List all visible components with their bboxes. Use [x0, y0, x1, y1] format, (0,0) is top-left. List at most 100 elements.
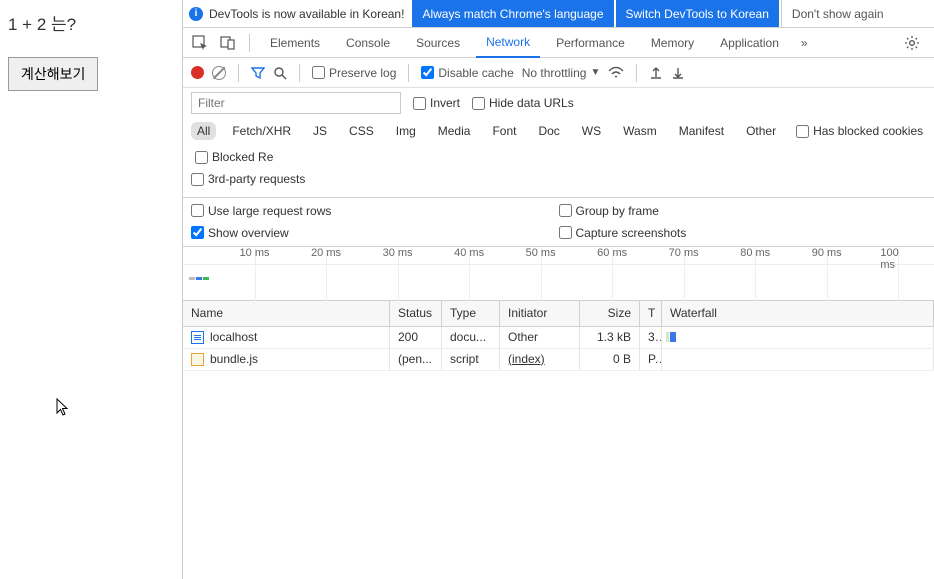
timeline-tick-label: 70 ms	[669, 247, 699, 259]
network-conditions-icon[interactable]	[608, 66, 624, 80]
question-text: 1 + 2 는?	[8, 10, 174, 35]
header-size[interactable]: Size	[580, 301, 640, 326]
filter-input[interactable]	[191, 92, 401, 114]
disable-cache-checkbox[interactable]: Disable cache	[421, 66, 513, 80]
third-party-checkbox[interactable]: 3rd-party requests	[191, 172, 305, 186]
filter-icon[interactable]	[251, 66, 265, 80]
pill-css[interactable]: CSS	[343, 122, 380, 140]
header-initiator[interactable]: Initiator	[500, 301, 580, 326]
request-row[interactable]: localhost 200docu...Other1.3 kB3..	[183, 327, 934, 349]
header-waterfall[interactable]: Waterfall	[662, 301, 934, 326]
pill-manifest[interactable]: Manifest	[673, 122, 730, 140]
tab-sources[interactable]: Sources	[406, 28, 470, 58]
export-har-icon[interactable]	[671, 66, 685, 80]
record-button[interactable]	[191, 66, 204, 79]
tab-memory[interactable]: Memory	[641, 28, 704, 58]
preserve-log-checkbox[interactable]: Preserve log	[312, 66, 396, 80]
request-row[interactable]: bundle.js(pen...script(index)0 BP..	[183, 349, 934, 371]
filter-row: Invert Hide data URLs	[183, 88, 934, 118]
preserve-log-label: Preserve log	[329, 66, 396, 80]
request-type: docu...	[442, 327, 500, 348]
header-type[interactable]: Type	[442, 301, 500, 326]
tab-performance[interactable]: Performance	[546, 28, 635, 58]
pill-all[interactable]: All	[191, 122, 216, 140]
inspect-icon[interactable]	[189, 32, 211, 54]
header-time[interactable]: T	[640, 301, 662, 326]
request-name: bundle.js	[210, 352, 258, 366]
overview-timeline[interactable]: 10 ms20 ms30 ms40 ms50 ms60 ms70 ms80 ms…	[183, 247, 934, 301]
group-by-frame-label: Group by frame	[576, 204, 659, 218]
pill-js[interactable]: JS	[307, 122, 333, 140]
pill-other[interactable]: Other	[740, 122, 782, 140]
timeline-tick-label: 40 ms	[454, 247, 484, 259]
group-by-frame-checkbox[interactable]: Group by frame	[559, 204, 927, 218]
display-options: Use large request rows Show overview Gro…	[183, 198, 934, 247]
disable-cache-label: Disable cache	[438, 66, 513, 80]
table-header-row: Name Status Type Initiator Size T Waterf…	[183, 301, 934, 327]
header-name[interactable]: Name	[183, 301, 390, 326]
request-initiator: (index)	[500, 349, 580, 370]
separator	[299, 64, 300, 82]
import-har-icon[interactable]	[649, 66, 663, 80]
large-rows-checkbox[interactable]: Use large request rows	[191, 204, 559, 218]
pill-wasm[interactable]: Wasm	[617, 122, 663, 140]
timeline-tick-label: 60 ms	[597, 247, 627, 259]
search-icon[interactable]	[273, 66, 287, 80]
timeline-tick-label: 30 ms	[383, 247, 413, 259]
hide-data-urls-label: Hide data URLs	[489, 96, 574, 110]
pill-media[interactable]: Media	[432, 122, 477, 140]
pill-fetch-xhr[interactable]: Fetch/XHR	[226, 122, 297, 140]
request-waterfall	[662, 327, 934, 348]
timeline-tick-label: 90 ms	[812, 247, 842, 259]
separator	[636, 64, 637, 82]
always-match-button[interactable]: Always match Chrome's language	[412, 0, 613, 28]
show-overview-checkbox[interactable]: Show overview	[191, 226, 559, 240]
banner-message: DevTools is now available in Korean!	[209, 7, 404, 21]
tab-elements[interactable]: Elements	[260, 28, 330, 58]
throttling-select[interactable]: No throttling▼	[522, 66, 601, 80]
large-rows-label: Use large request rows	[208, 204, 331, 218]
doc-file-icon	[191, 331, 204, 344]
dont-show-again-button[interactable]: Don't show again	[781, 0, 894, 28]
request-time: P..	[640, 349, 662, 370]
device-icon[interactable]	[217, 32, 239, 54]
invert-checkbox[interactable]: Invert	[413, 96, 460, 110]
request-size: 0 B	[580, 349, 640, 370]
request-type: script	[442, 349, 500, 370]
request-size: 1.3 kB	[580, 327, 640, 348]
devtools-tabbar: Elements Console Sources Network Perform…	[183, 28, 934, 58]
hide-data-urls-checkbox[interactable]: Hide data URLs	[472, 96, 574, 110]
pill-doc[interactable]: Doc	[532, 122, 565, 140]
third-party-label: 3rd-party requests	[208, 172, 305, 186]
capture-screenshots-checkbox[interactable]: Capture screenshots	[559, 226, 927, 240]
switch-korean-button[interactable]: Switch DevTools to Korean	[616, 0, 779, 28]
separator	[249, 34, 250, 52]
type-filter-row: All Fetch/XHR JS CSS Img Media Font Doc …	[183, 118, 934, 168]
timeline-tick-label: 50 ms	[526, 247, 556, 259]
request-status: 200	[390, 327, 442, 348]
info-icon: i	[189, 7, 203, 21]
pill-ws[interactable]: WS	[576, 122, 607, 140]
request-initiator: Other	[500, 327, 580, 348]
pill-font[interactable]: Font	[486, 122, 522, 140]
js-file-icon	[191, 353, 204, 366]
chevron-down-icon: ▼	[590, 67, 600, 78]
request-time: 3..	[640, 327, 662, 348]
blocked-cookies-checkbox[interactable]: Has blocked cookies	[796, 124, 923, 138]
blocked-cookies-label: Has blocked cookies	[813, 124, 923, 138]
clear-button[interactable]	[212, 66, 226, 80]
initiator-link[interactable]: (index)	[508, 352, 545, 366]
show-overview-label: Show overview	[208, 226, 289, 240]
language-banner: i DevTools is now available in Korean! A…	[183, 0, 934, 28]
request-name: localhost	[210, 330, 257, 344]
settings-icon[interactable]	[896, 35, 928, 51]
tab-application[interactable]: Application	[710, 28, 789, 58]
separator	[238, 64, 239, 82]
calculate-button[interactable]: 계산해보기	[8, 57, 98, 91]
more-tabs-icon[interactable]: »	[795, 36, 814, 50]
tab-network[interactable]: Network	[476, 28, 540, 58]
tab-console[interactable]: Console	[336, 28, 400, 58]
blocked-requests-checkbox[interactable]: Blocked Re	[195, 150, 273, 164]
pill-img[interactable]: Img	[390, 122, 422, 140]
header-status[interactable]: Status	[390, 301, 442, 326]
